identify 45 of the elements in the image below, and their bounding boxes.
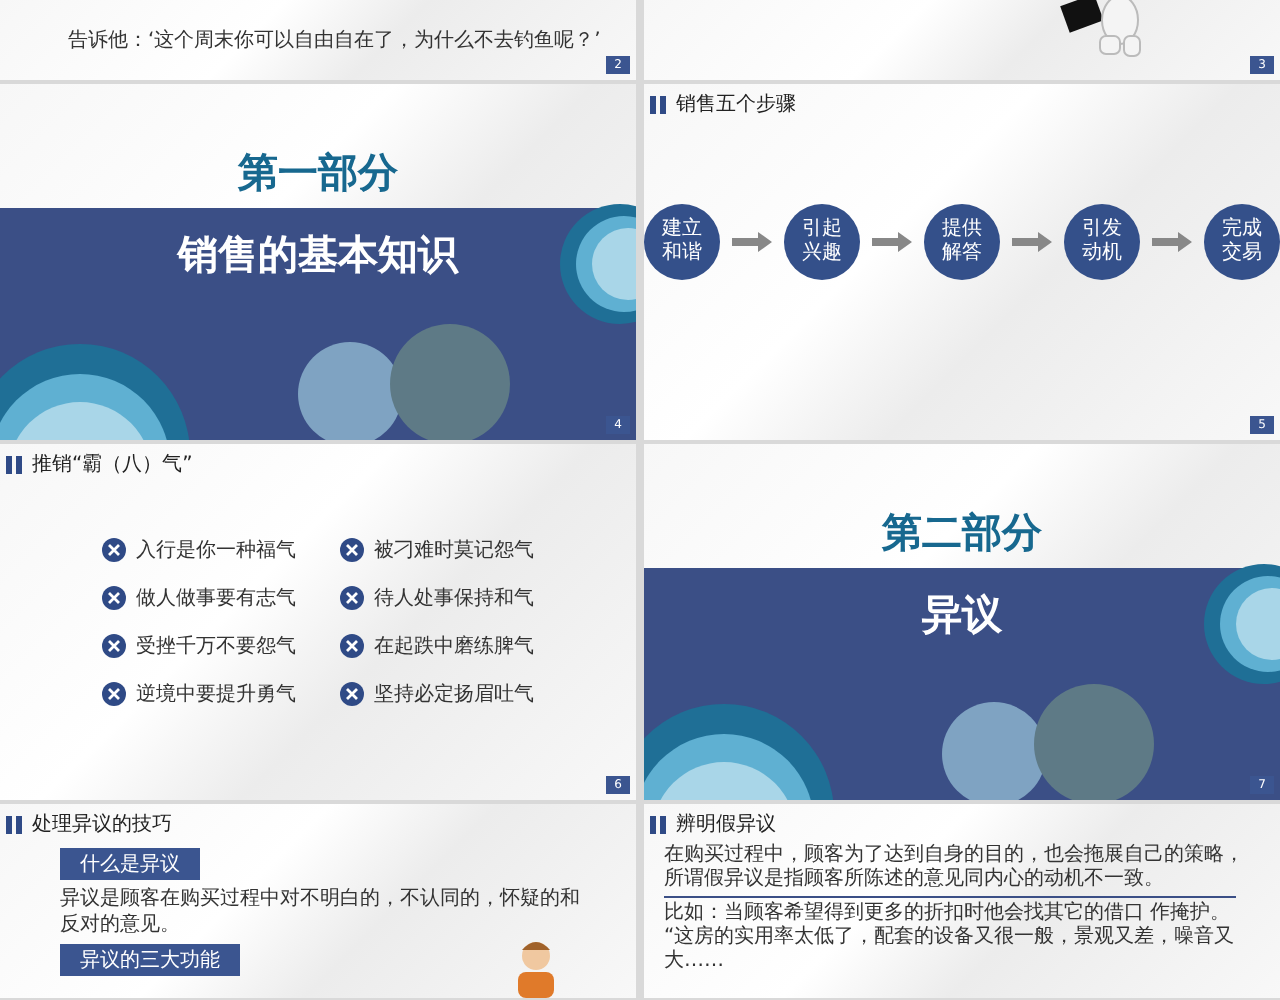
cross-icon (340, 586, 364, 610)
cross-icon (102, 682, 126, 706)
list-item-text: 做人做事要有志气 (136, 585, 296, 612)
label-tag: 异议的三大功能 (60, 944, 240, 976)
step-circle: 引发动机 (1064, 204, 1140, 280)
part-heading: 第二部分 (882, 506, 1042, 560)
cross-icon (102, 538, 126, 562)
part-heading: 第一部分 (238, 146, 398, 200)
list-item-text: 逆境中要提升勇气 (136, 681, 296, 708)
paragraph-line: 在购买过程中，顾客为了达到自身的目的，也会拖展自己的策略， (664, 844, 1246, 867)
arrow-icon (1012, 232, 1052, 252)
section-title: 销售的基本知识 (178, 228, 458, 282)
slide-title: 销售五个步骤 (676, 91, 796, 118)
slide-title: 辨明假异议 (676, 811, 776, 838)
step-circle: 完成交易 (1204, 204, 1280, 280)
definition-text: 异议是顾客在购买过程中对不明白的，不认同的，怀疑的和反对的意见。 (60, 886, 582, 938)
cross-icon (340, 634, 364, 658)
cross-icon (340, 538, 364, 562)
section-title: 异议 (922, 588, 1002, 642)
arrow-icon (732, 232, 772, 252)
list-item-text: 入行是你一种福气 (136, 537, 296, 564)
slide-title: 推销“霸（八）气” (32, 451, 193, 478)
header-bars-icon (6, 455, 22, 473)
example-line: 比如：当顾客希望得到更多的折扣时他会找其它的借口 作掩护。 (664, 902, 1233, 925)
list-item-text: 被刁难时莫记怨气 (374, 537, 534, 564)
cross-icon (102, 586, 126, 610)
paragraph-line: 所谓假异议是指顾客所陈述的意见同内心的动机不一致。 (664, 868, 1166, 892)
cross-icon (102, 634, 126, 658)
label-tag: 什么是异议 (60, 848, 200, 880)
arrow-icon (872, 232, 912, 252)
step-circle: 提供解答 (924, 204, 1000, 280)
header-bars-icon (650, 95, 666, 113)
header-bars-icon (650, 815, 666, 833)
example-line: “这房的实用率太低了，配套的设备又很一般，景观又差，噪音又大…… (664, 926, 1237, 974)
arrow-icon (1152, 232, 1192, 252)
header-bars-icon (6, 815, 22, 833)
list-item-text: 在起跌中磨练脾气 (374, 633, 534, 660)
list-item-text: 受挫千万不要怨气 (136, 633, 296, 660)
step-circle: 引起兴趣 (784, 204, 860, 280)
list-item-text: 待人处事保持和气 (374, 585, 534, 612)
slide-text: 告诉他：‘这个周末你可以自由自在了，为什么不去钓鱼呢？’ (68, 28, 603, 54)
cross-icon (340, 682, 364, 706)
slide-title: 处理异议的技巧 (32, 811, 172, 838)
list-item-text: 坚持必定扬眉吐气 (374, 681, 534, 708)
step-circle: 建立和谐 (644, 204, 720, 280)
